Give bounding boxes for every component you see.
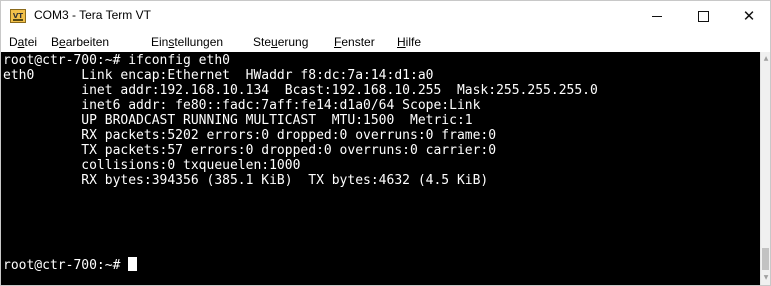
menu-label-part: tei (24, 35, 38, 49)
menu-steuerung[interactable]: Steuerung (253, 35, 308, 49)
scroll-down-icon[interactable]: ▼ (762, 273, 770, 283)
terminal-line: inet addr:192.168.10.134 Bcast:192.168.1… (3, 83, 598, 98)
terminal-prompt-line: root@ctr-700:~# (3, 257, 138, 273)
menu-label-part: enster (341, 35, 375, 49)
menu-label-part: Ste (253, 35, 272, 49)
window-title: COM3 - Tera Term VT (34, 8, 151, 22)
minimize-icon (652, 16, 662, 17)
menu-hilfe[interactable]: Hilfe (397, 35, 421, 49)
text-cursor (128, 257, 138, 271)
menu-label-part: D (9, 35, 18, 49)
tera-term-app-icon[interactable]: VT (10, 9, 26, 23)
menu-label-part: tellungen (174, 35, 224, 49)
minimize-button[interactable] (634, 1, 680, 32)
terminal-line: inet6 addr: fe80::fadc:7aff:fe14:d1a0/64… (3, 98, 481, 113)
menu-datei[interactable]: Datei (9, 35, 37, 49)
title-bar[interactable]: VT COM3 - Tera Term VT ✕ (1, 1, 770, 32)
menu-accelerator: H (397, 35, 406, 49)
terminal-line: eth0 Link encap:Ethernet HWaddr f8:dc:7a… (3, 68, 434, 83)
terminal-prompt: root@ctr-700:~# (3, 258, 129, 273)
terminal-line: RX bytes:394356 (385.1 KiB) TX bytes:463… (3, 173, 489, 188)
menu-label-part: ilfe (405, 35, 422, 49)
close-button[interactable]: ✕ (726, 1, 771, 32)
maximize-icon (698, 11, 709, 22)
vertical-scrollbar[interactable]: ▲ ▼ (760, 52, 770, 285)
terminal-output[interactable]: root@ctr-700:~# ifconfig eth0 eth0 Link … (1, 52, 760, 285)
menu-label-part: Ein (151, 35, 169, 49)
terminal-line: UP BROADCAST RUNNING MULTICAST MTU:1500 … (3, 113, 473, 128)
terminal-line: TX packets:57 errors:0 dropped:0 overrun… (3, 143, 497, 158)
scrollbar-thumb[interactable] (762, 248, 769, 270)
terminal-line: collisions:0 txqueuelen:1000 (3, 158, 301, 173)
menu-accelerator: e (59, 35, 66, 49)
menu-label-part: arbeiten (65, 35, 110, 49)
terminal-line: RX packets:5202 errors:0 dropped:0 overr… (3, 128, 497, 143)
close-icon: ✕ (742, 7, 756, 25)
scroll-up-icon[interactable]: ▲ (762, 54, 770, 64)
menu-einstellungen[interactable]: Einstellungen (151, 35, 223, 49)
menu-fenster[interactable]: Fenster (334, 35, 375, 49)
menu-bearbeiten[interactable]: Bearbeiten (51, 35, 109, 49)
menu-label-part: B (51, 35, 60, 49)
menu-bar: Datei Bearbeiten Einstellungen Steuerung… (1, 32, 770, 52)
tera-term-window: VT COM3 - Tera Term VT ✕ Datei Bearbeite… (0, 0, 771, 286)
menu-label-part: erung (277, 35, 309, 49)
menu-accelerator: u (271, 35, 278, 49)
maximize-button[interactable] (680, 1, 726, 32)
terminal-line: root@ctr-700:~# ifconfig eth0 (3, 53, 230, 68)
